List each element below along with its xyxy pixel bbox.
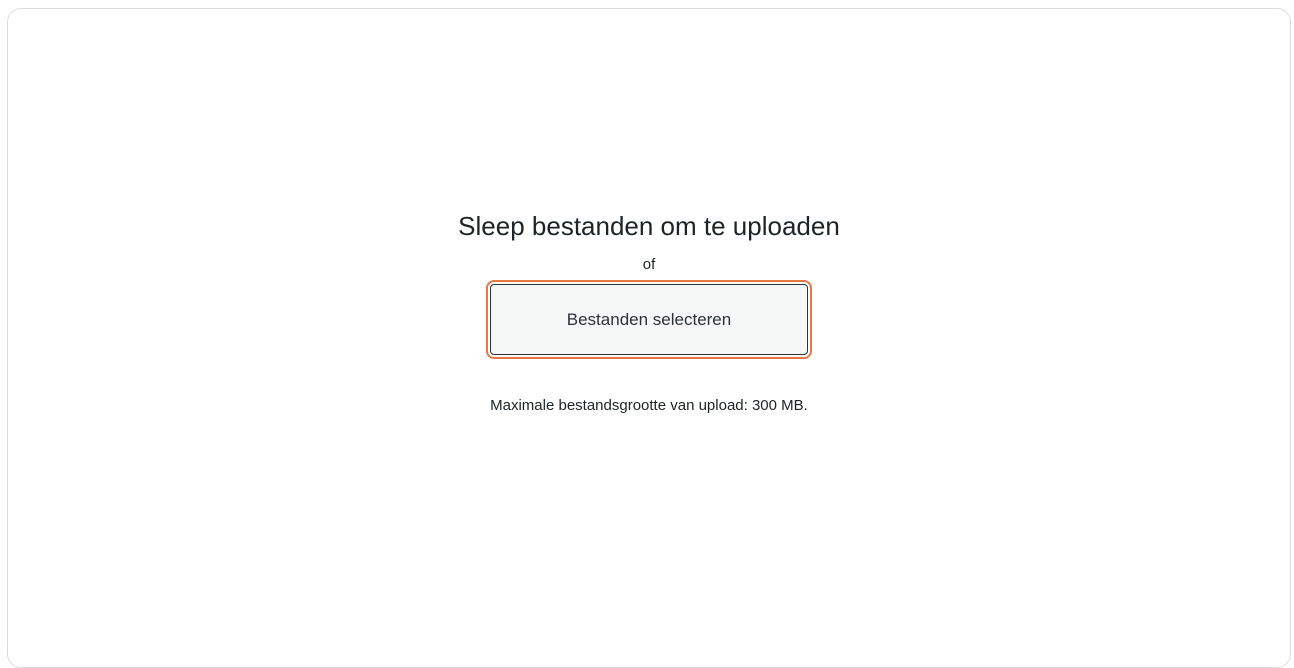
- upload-drop-panel[interactable]: Sleep bestanden om te uploaden of Bestan…: [7, 8, 1291, 668]
- select-files-button[interactable]: Bestanden selecteren: [490, 284, 808, 355]
- or-separator: of: [642, 256, 656, 273]
- drop-title: Sleep bestanden om te uploaden: [458, 211, 840, 241]
- max-upload-size-note: Maximale bestandsgrootte van upload: 300…: [490, 397, 808, 414]
- drop-area[interactable]: Sleep bestanden om te uploaden of Bestan…: [8, 209, 1290, 416]
- button-highlight-outline: Bestanden selecteren: [486, 280, 812, 359]
